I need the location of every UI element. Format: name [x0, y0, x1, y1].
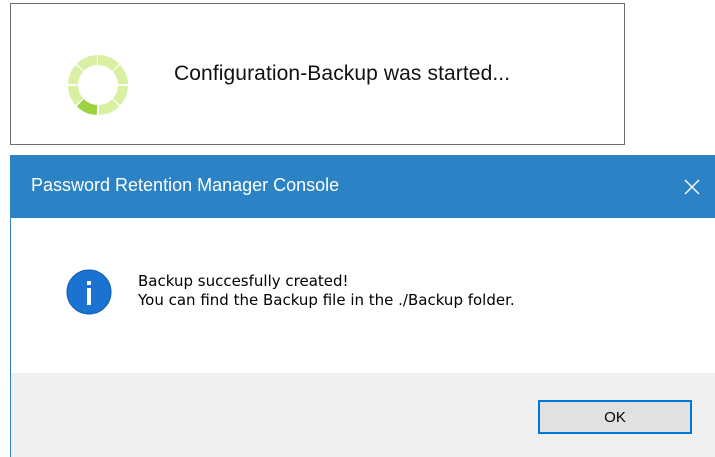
- message-dialog: Password Retention Manager Console Backu…: [10, 155, 715, 457]
- dialog-message: Backup succesfully created! You can find…: [138, 272, 515, 310]
- dialog-message-line2: You can find the Backup file in the ./Ba…: [138, 291, 515, 309]
- ok-button[interactable]: OK: [538, 400, 692, 434]
- backup-started-toast: Configuration-Backup was started...: [10, 3, 625, 145]
- dialog-title: Password Retention Manager Console: [31, 175, 340, 195]
- loading-spinner-icon: [68, 55, 128, 115]
- toast-message: Configuration-Backup was started...: [174, 62, 511, 85]
- close-icon: [684, 179, 700, 194]
- dialog-message-line1: Backup succesfully created!: [138, 272, 349, 290]
- dialog-titlebar[interactable]: Password Retention Manager Console: [10, 155, 715, 218]
- ok-button-focus: [541, 403, 689, 431]
- close-button[interactable]: [669, 155, 715, 218]
- info-icon: [66, 269, 112, 315]
